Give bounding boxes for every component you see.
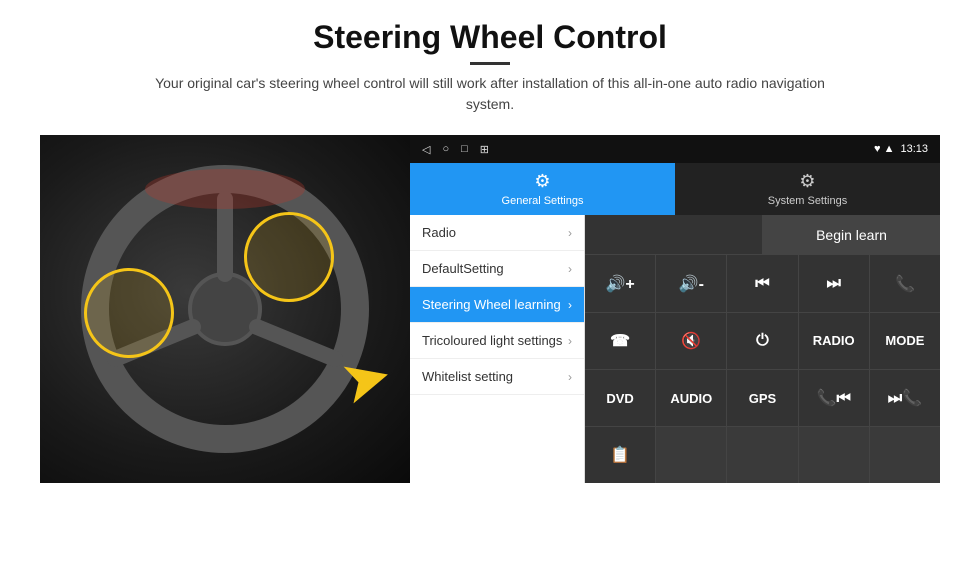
menu-item-steering-label: Steering Wheel learning xyxy=(422,297,561,312)
phone-icon: 📞 xyxy=(895,274,915,294)
gps-button[interactable]: GPS xyxy=(727,370,798,426)
chevron-icon: › xyxy=(568,262,572,276)
menu-item-whitelist-label: Whitelist setting xyxy=(422,369,513,384)
highlight-circle-right xyxy=(244,212,334,302)
tab-system-label: System Settings xyxy=(768,195,847,207)
tab-general-settings[interactable]: ⚙ General Settings xyxy=(410,163,675,215)
vol-up-button[interactable]: 🔊+ xyxy=(585,255,656,311)
gps-label: GPS xyxy=(749,391,776,406)
empty-btn-4 xyxy=(799,427,870,483)
begin-learn-button[interactable]: Begin learn xyxy=(763,215,940,254)
phone-next-icon: ⏭📞 xyxy=(888,388,922,408)
radio-button[interactable]: RADIO xyxy=(799,313,870,369)
audio-label: AUDIO xyxy=(670,391,712,406)
next-icon: ⏭ xyxy=(827,275,841,293)
chevron-icon: › xyxy=(568,226,572,240)
menu-item-tricoloured[interactable]: Tricoloured light settings › xyxy=(410,323,584,359)
empty-btn-3 xyxy=(727,427,798,483)
page-subtitle: Your original car's steering wheel contr… xyxy=(130,73,850,115)
mode-label: MODE xyxy=(885,333,924,348)
mode-button[interactable]: MODE xyxy=(870,313,940,369)
menu-item-default-label: DefaultSetting xyxy=(422,261,504,276)
empty-btn-2 xyxy=(656,427,727,483)
tab-bar: ⚙ General Settings ⚙ System Settings xyxy=(410,163,940,215)
ctrl-row-2: ☎ 🔇 ⏻ RADIO MOD xyxy=(585,313,940,370)
tab-system-settings[interactable]: ⚙ System Settings xyxy=(675,163,940,215)
system-settings-icon: ⚙ xyxy=(799,171,815,192)
controls-panel: Begin learn 🔊+ 🔊- xyxy=(585,215,940,483)
mute-button[interactable]: 🔇 xyxy=(656,313,727,369)
top-row: Begin learn xyxy=(585,215,940,255)
signal-icon: ♥ ▲ xyxy=(874,143,894,155)
main-content: Radio › DefaultSetting › Steering Wheel … xyxy=(410,215,940,483)
answer-button[interactable]: ☎ xyxy=(585,313,656,369)
menu-item-steering-wheel[interactable]: Steering Wheel learning › xyxy=(410,287,584,323)
ctrl-row-4: 📋 xyxy=(585,427,940,483)
next-track-button[interactable]: ⏭ xyxy=(799,255,870,311)
chevron-icon: › xyxy=(568,334,572,348)
empty-btn-5 xyxy=(870,427,940,483)
back-icon[interactable]: ◁ xyxy=(422,143,430,156)
vol-up-icon: 🔊+ xyxy=(605,274,634,294)
menu-item-default-setting[interactable]: DefaultSetting › xyxy=(410,251,584,287)
answer-icon: ☎ xyxy=(610,331,630,351)
tab-general-label: General Settings xyxy=(502,195,584,207)
empty-input-box xyxy=(585,215,763,254)
page-wrapper: Steering Wheel Control Your original car… xyxy=(0,0,980,564)
steering-wheel-image: ➤ xyxy=(40,135,410,483)
prev-icon: ⏮ xyxy=(755,275,769,293)
menu-item-radio-label: Radio xyxy=(422,225,456,240)
power-button[interactable]: ⏻ xyxy=(727,313,798,369)
controls-grid: 🔊+ 🔊- ⏮ ⏭ 📞 xyxy=(585,255,940,483)
home-icon[interactable]: ○ xyxy=(442,143,449,155)
highlight-circle-left xyxy=(84,268,174,358)
status-bar: ◁ ○ □ ⊞ ♥ ▲ 13:13 xyxy=(410,135,940,163)
menu-panel: Radio › DefaultSetting › Steering Wheel … xyxy=(410,215,585,483)
title-section: Steering Wheel Control Your original car… xyxy=(130,18,850,127)
menu-item-tricoloured-label: Tricoloured light settings xyxy=(422,333,562,348)
phone-prev-icon: 📞⏮ xyxy=(817,388,851,408)
menu-item-radio[interactable]: Radio › xyxy=(410,215,584,251)
dvd-button[interactable]: DVD xyxy=(585,370,656,426)
content-area: ➤ ◁ ○ □ ⊞ ♥ ▲ 13:13 ⚙ xyxy=(40,135,940,483)
ctrl-row-3: DVD AUDIO GPS 📞⏮ xyxy=(585,370,940,427)
status-left-icons: ◁ ○ □ ⊞ xyxy=(422,143,489,156)
dvd-label: DVD xyxy=(606,391,633,406)
list-button[interactable]: 📋 xyxy=(585,427,656,483)
phone-prev-button[interactable]: 📞⏮ xyxy=(799,370,870,426)
chevron-icon: › xyxy=(568,298,572,312)
general-settings-icon: ⚙ xyxy=(534,171,550,192)
prev-track-button[interactable]: ⏮ xyxy=(727,255,798,311)
mute-icon: 🔇 xyxy=(681,331,701,351)
menu-icon[interactable]: ⊞ xyxy=(480,143,489,156)
list-icon: 📋 xyxy=(610,445,630,465)
vol-down-button[interactable]: 🔊- xyxy=(656,255,727,311)
ctrl-row-1: 🔊+ 🔊- ⏮ ⏭ 📞 xyxy=(585,255,940,312)
clock: 13:13 xyxy=(900,143,928,155)
status-right-info: ♥ ▲ 13:13 xyxy=(874,143,928,155)
menu-item-whitelist[interactable]: Whitelist setting › xyxy=(410,359,584,395)
phone-button[interactable]: 📞 xyxy=(870,255,940,311)
chevron-icon: › xyxy=(568,370,572,384)
radio-label: RADIO xyxy=(813,333,855,348)
title-divider xyxy=(470,62,510,65)
steering-bg: ➤ xyxy=(40,135,410,483)
recent-icon[interactable]: □ xyxy=(461,143,468,155)
audio-button[interactable]: AUDIO xyxy=(656,370,727,426)
phone-next-button[interactable]: ⏭📞 xyxy=(870,370,940,426)
power-icon: ⏻ xyxy=(756,332,769,350)
android-ui: ◁ ○ □ ⊞ ♥ ▲ 13:13 ⚙ General Settings ⚙ xyxy=(410,135,940,483)
page-title: Steering Wheel Control xyxy=(130,18,850,56)
vol-down-icon: 🔊- xyxy=(679,274,704,294)
